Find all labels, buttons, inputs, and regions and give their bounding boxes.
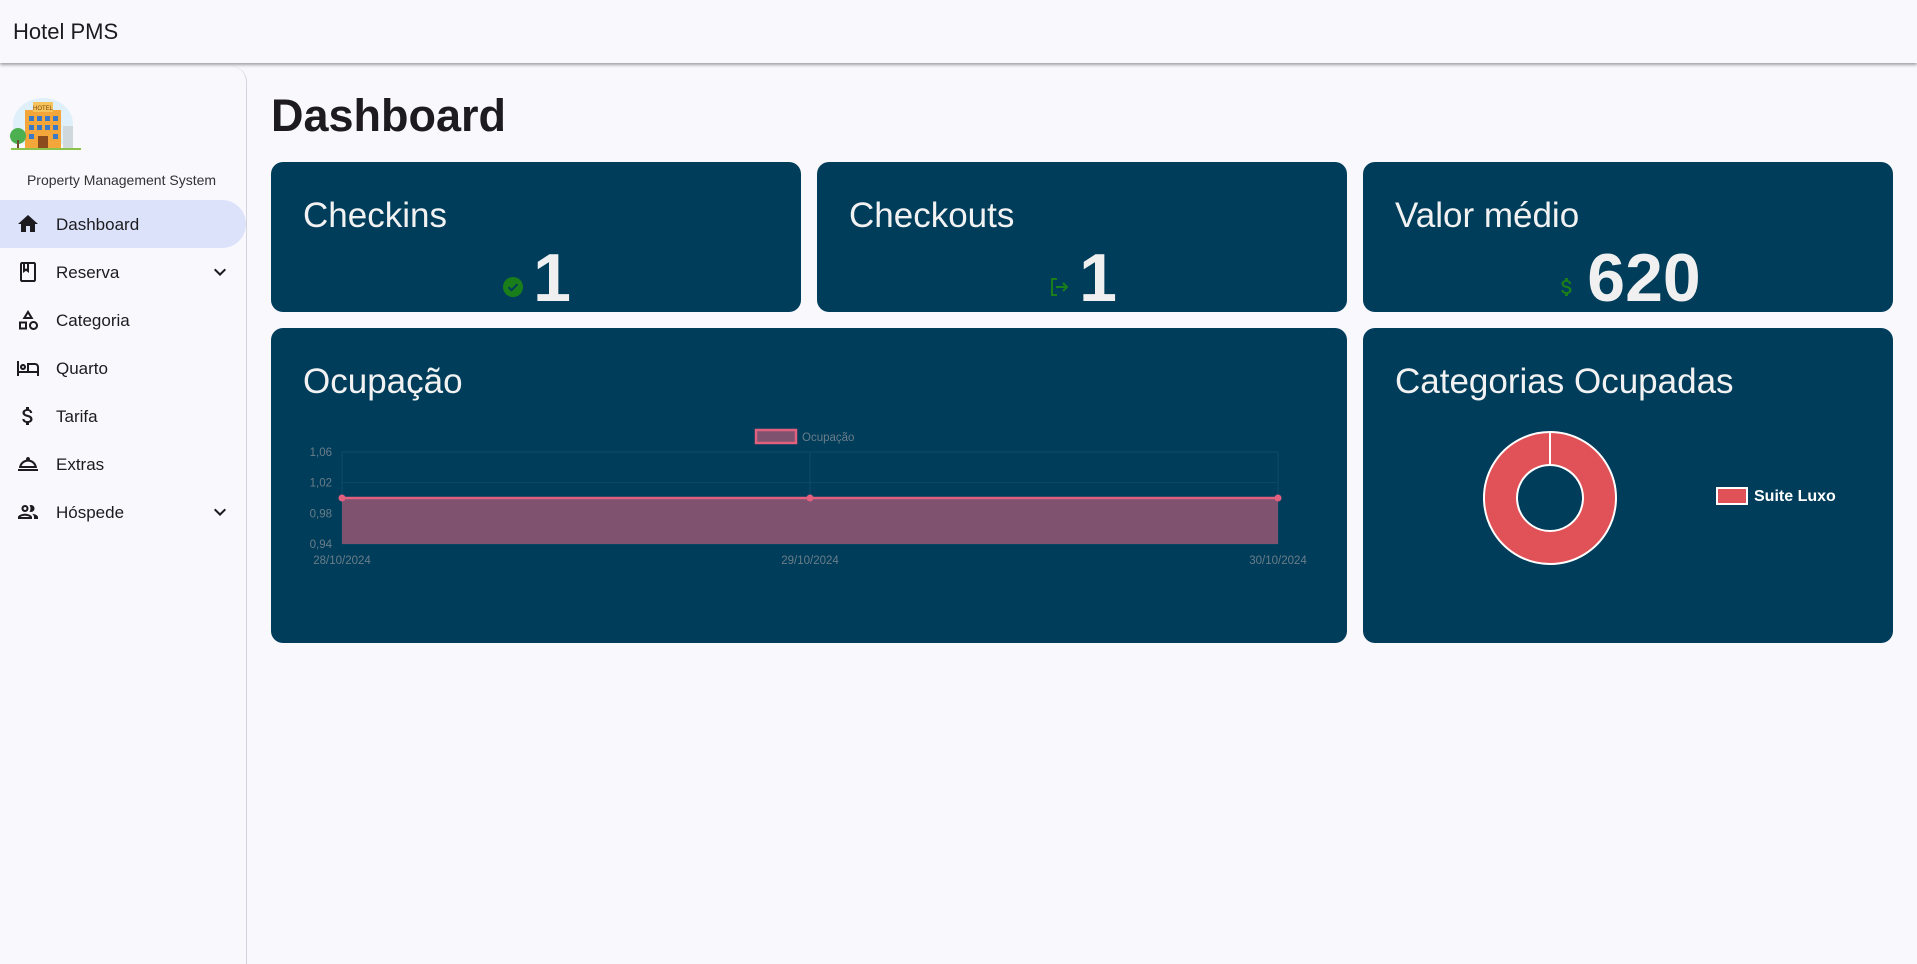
- checkouts-stat: 1: [817, 242, 1347, 314]
- data-point: [1274, 494, 1282, 502]
- shapes-icon: [19, 310, 38, 330]
- sidebar-item-extras[interactable]: Extras: [0, 440, 246, 488]
- y-tick-label: 0,98: [310, 508, 332, 520]
- ocupacao-area-chart: 1,06 1,02 0,98 0,94 28/10/2024 29/10/2024 30/1…: [310, 428, 1307, 567]
- chevron-down-icon[interactable]: [208, 500, 232, 524]
- top-app-bar: Hotel PMS: [0, 0, 1917, 63]
- checkins-value: 1: [533, 240, 571, 316]
- x-tick-label: 28/10/2024: [313, 555, 371, 567]
- logout-icon: [1051, 278, 1069, 296]
- card-title: Checkins: [303, 196, 447, 235]
- legend-swatch: [754, 428, 798, 445]
- valor-medio-value: 620: [1587, 240, 1701, 316]
- checkouts-card: Checkouts 1: [817, 162, 1347, 314]
- checkins-card: Checkins 1: [271, 162, 801, 314]
- checkins-stat: 1: [271, 242, 801, 314]
- sidebar-item-hospede[interactable]: Hóspede: [0, 488, 246, 536]
- legend-label: Ocupação: [802, 432, 854, 444]
- room-service-icon: [18, 457, 38, 471]
- sidebar-item-quarto[interactable]: Quarto: [0, 344, 246, 392]
- page-title: Dashboard: [271, 90, 507, 141]
- chevron-down-icon[interactable]: [208, 260, 232, 284]
- dollar-icon: [1561, 278, 1572, 296]
- checkouts-value: 1: [1079, 240, 1117, 316]
- svg-text:HOTEL: HOTEL: [33, 106, 54, 112]
- sidebar: HOTEL Property Management System Dashboa…: [0, 66, 247, 964]
- sidebar-item-label: Tarifa: [56, 407, 98, 426]
- data-point: [806, 494, 814, 502]
- x-tick-label: 30/10/2024: [1249, 555, 1307, 567]
- hotel-logo-icon: HOTEL: [10, 98, 81, 150]
- data-point: [338, 494, 346, 502]
- bed-icon: [17, 361, 39, 376]
- x-tick-label: 29/10/2024: [781, 555, 839, 567]
- valor-medio-card: Valor médio 620: [1363, 162, 1893, 314]
- categorias-doughnut-chart: Suite Luxo: [1483, 431, 1836, 565]
- sidebar-item-reserva[interactable]: Reserva: [0, 248, 246, 296]
- sidebar-item-label: Categoria: [56, 311, 130, 330]
- sidebar-item-label: Extras: [56, 455, 105, 474]
- dollar-icon: [22, 407, 33, 425]
- ocupacao-card: Ocupação 1,06 1,02 0,98 0,94 28/10/2024 29/10…: [271, 328, 1347, 643]
- app-title: Hotel PMS: [13, 19, 119, 44]
- card-title: Valor médio: [1395, 196, 1580, 235]
- y-tick-label: 1,02: [310, 478, 332, 490]
- legend-label: Suite Luxo: [1754, 488, 1836, 505]
- card-title: Checkouts: [849, 196, 1015, 235]
- legend-swatch: [1716, 487, 1748, 505]
- sidebar-item-label: Hóspede: [56, 503, 125, 522]
- home-icon: [18, 215, 38, 232]
- y-tick-label: 1,06: [310, 447, 332, 459]
- people-icon: [18, 505, 38, 519]
- sidebar-nav: Dashboard Reserva Categoria Quarto Tarif…: [0, 200, 247, 536]
- series-area: [342, 498, 1278, 544]
- sidebar-subtitle: Property Management System: [26, 172, 217, 188]
- check-circle-icon: [503, 277, 524, 297]
- valor-medio-stat: 620: [1363, 242, 1893, 314]
- sidebar-item-tarifa[interactable]: Tarifa: [0, 392, 246, 440]
- sidebar-item-label: Dashboard: [56, 215, 140, 234]
- sidebar-item-dashboard[interactable]: Dashboard: [0, 200, 246, 248]
- y-tick-label: 0,94: [310, 539, 333, 551]
- sidebar-item-categoria[interactable]: Categoria: [0, 296, 246, 344]
- book-icon: [20, 262, 36, 282]
- sidebar-item-label: Reserva: [56, 263, 120, 282]
- sidebar-item-label: Quarto: [56, 359, 108, 378]
- categorias-card: Categorias Ocupadas Suite Luxo: [1363, 328, 1893, 643]
